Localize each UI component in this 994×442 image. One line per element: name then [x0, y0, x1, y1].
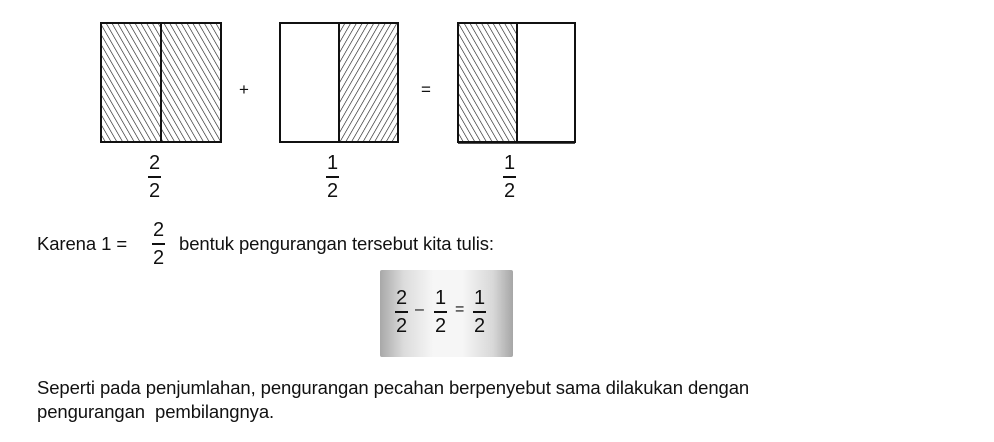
- figure-right-half: [279, 22, 399, 143]
- fraction-bar: [148, 176, 161, 178]
- sentence-fraction: 2 2: [152, 220, 165, 268]
- paragraph-line-2: pengurangan pembilangnya.: [37, 401, 275, 422]
- figure-whole-left-half: [101, 23, 161, 142]
- denominator: 2: [473, 314, 486, 337]
- denominator: 2: [152, 246, 165, 269]
- equation-fraction-c: 1 2: [473, 288, 486, 336]
- numerator: 2: [395, 287, 408, 309]
- fraction-bar: [473, 311, 486, 313]
- fraction-bar: [395, 311, 408, 313]
- figure-left-half-shaded: [458, 23, 517, 142]
- denominator: 2: [503, 179, 516, 202]
- numerator: 1: [434, 287, 447, 309]
- numerator: 1: [473, 287, 486, 309]
- denominator: 2: [148, 179, 161, 202]
- numerator: 1: [503, 152, 516, 174]
- plus-sign: +: [239, 80, 249, 99]
- fraction-bar: [434, 311, 447, 313]
- fraction-bar: [326, 176, 339, 178]
- fraction-bar: [503, 176, 516, 178]
- figure-whole-fraction: 2 2: [148, 153, 161, 201]
- numerator: 2: [152, 219, 165, 241]
- equals-sign: =: [421, 80, 431, 99]
- figure-whole-right-half: [161, 23, 221, 142]
- denominator: 2: [434, 314, 447, 337]
- denominator: 2: [326, 179, 339, 202]
- numerator: 2: [148, 152, 161, 174]
- figure-left-half: [457, 22, 576, 144]
- fraction-bar: [152, 243, 165, 245]
- minus-sign: –: [415, 301, 424, 318]
- numerator: 1: [326, 152, 339, 174]
- figure-whole: [100, 22, 222, 143]
- paragraph-line-1: Seperti pada penjumlahan, pengurangan pe…: [37, 377, 750, 398]
- equation-fraction-a: 2 2: [395, 288, 408, 336]
- equation-fraction-b: 1 2: [434, 288, 447, 336]
- figure-left-half-fraction: 1 2: [503, 153, 516, 201]
- equals-sign-equation: =: [455, 301, 465, 318]
- sentence-prefix: Karena 1 =: [37, 233, 128, 254]
- figure-right-half-fraction: 1 2: [326, 153, 339, 201]
- figure-right-half-shaded: [339, 23, 398, 142]
- denominator: 2: [395, 314, 408, 337]
- sentence-suffix: bentuk pengurangan tersebut kita tulis:: [179, 233, 494, 254]
